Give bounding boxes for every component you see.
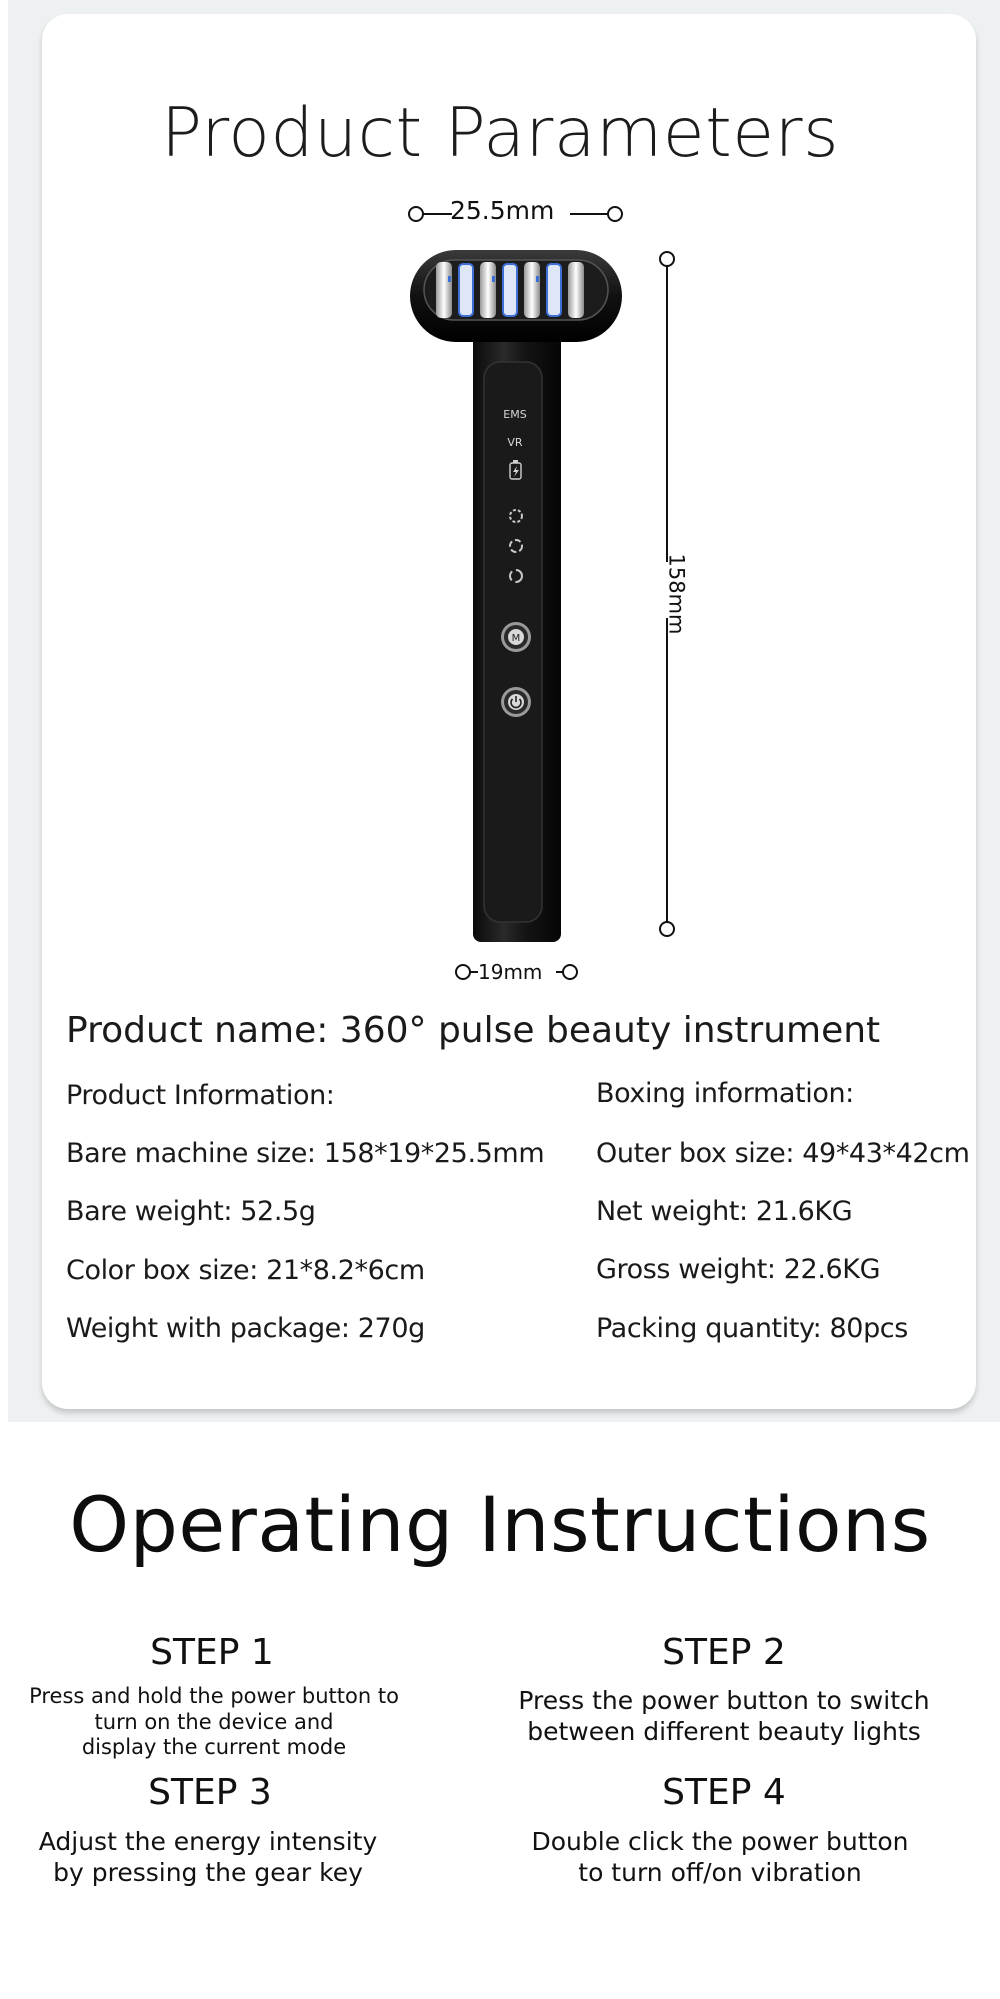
boxing-info-row: Packing quantity: 80pcs xyxy=(596,1313,908,1344)
base-dimension-label: 19mm xyxy=(478,960,543,984)
product-name: Product name: 360° pulse beauty instrume… xyxy=(66,1010,881,1051)
product-info-row: Color box size: 21*8.2*6cm xyxy=(66,1255,425,1286)
product-info-heading: Product Information: xyxy=(66,1080,335,1111)
product-info-row: Weight with package: 270g xyxy=(66,1313,425,1344)
vr-label: VR xyxy=(507,436,523,449)
instructions-title: Operating Instructions xyxy=(69,1480,931,1569)
step-2-label: STEP 2 xyxy=(662,1632,786,1673)
power-button-icon xyxy=(501,687,531,717)
step-2-text: Press the power button to switch between… xyxy=(518,1686,930,1746)
device-illustration: EMS VR M xyxy=(408,206,675,980)
step-4-label: STEP 4 xyxy=(662,1772,786,1813)
boxing-info-row: Gross weight: 22.6KG xyxy=(596,1254,881,1285)
product-info-row: Bare weight: 52.5g xyxy=(66,1196,316,1227)
led-rollers xyxy=(436,262,584,318)
step-1-text: Press and hold the power button to turn … xyxy=(29,1684,399,1760)
step-3-text: Adjust the energy intensity by pressing … xyxy=(38,1827,378,1887)
step-3-label: STEP 3 xyxy=(148,1772,272,1813)
boxing-info-row: Outer box size: 49*43*42cm xyxy=(596,1138,970,1169)
width-dimension-label: 25.5mm xyxy=(450,196,555,225)
length-dimension-label: 158mm xyxy=(664,553,689,635)
boxing-info-heading: Boxing information: xyxy=(596,1078,854,1109)
svg-text:M: M xyxy=(512,633,521,644)
step-1-label: STEP 1 xyxy=(150,1632,274,1673)
ems-label: EMS xyxy=(503,408,526,421)
product-info-row: Bare machine size: 158*19*25.5mm xyxy=(66,1138,545,1169)
boxing-info-row: Net weight: 21.6KG xyxy=(596,1196,853,1227)
step-4-text: Double click the power button to turn of… xyxy=(531,1827,909,1887)
gear-button-icon: M xyxy=(501,622,531,652)
